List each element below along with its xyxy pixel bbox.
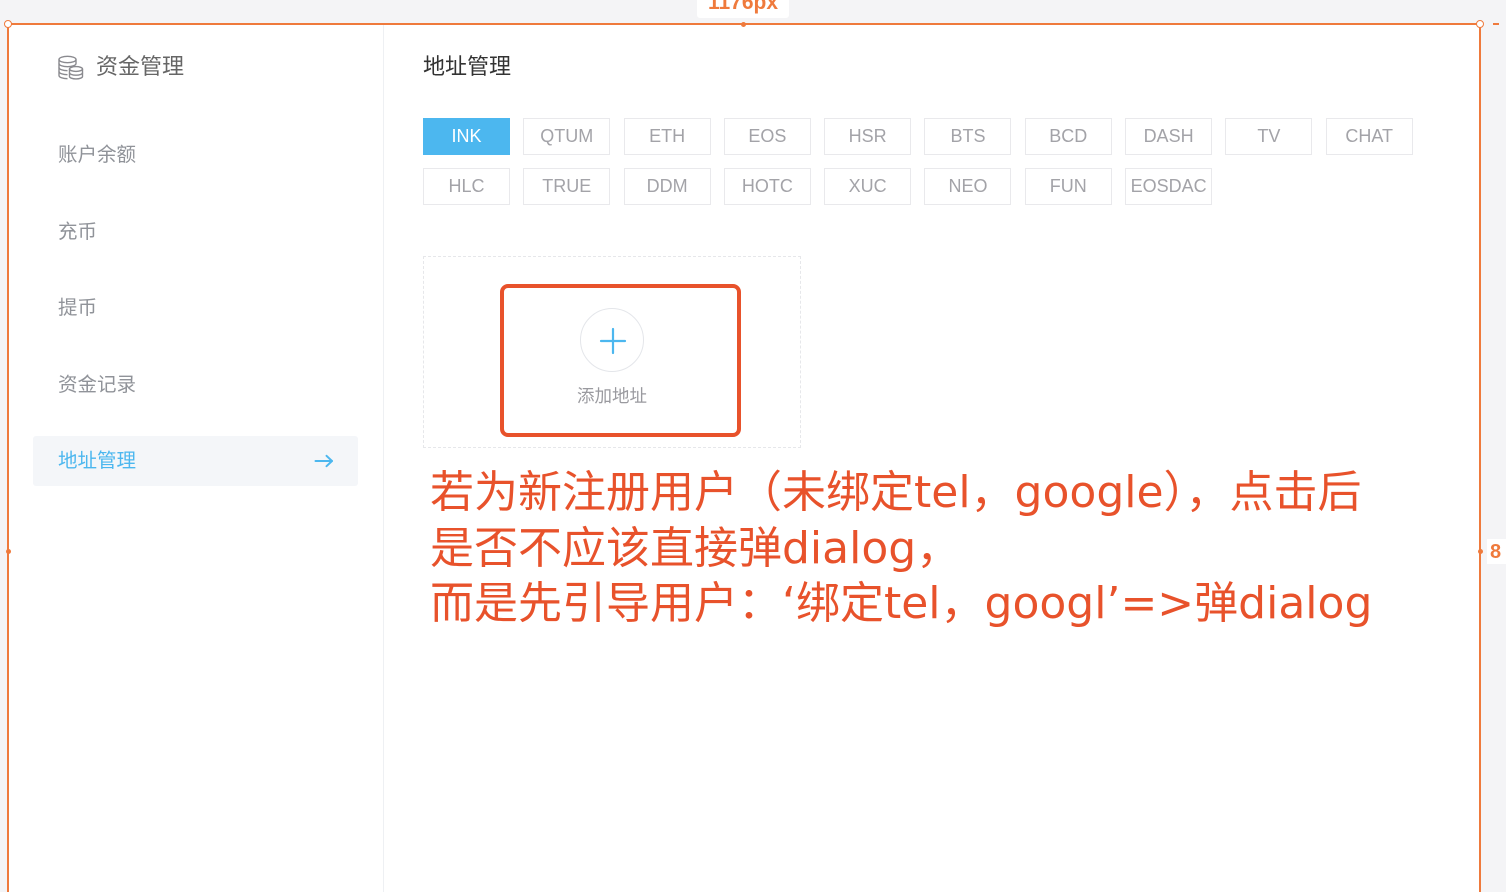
annotation-note: 若为新注册用户（未绑定tel，google），点击后 是否不应该直接弹dialo…: [430, 465, 1372, 632]
coin-tab-eosdac[interactable]: EOSDAC: [1125, 168, 1213, 205]
side-measure-text: 8: [1490, 541, 1502, 563]
coin-tab-tv[interactable]: TV: [1225, 118, 1313, 155]
side-measure-label: 8: [1487, 539, 1506, 564]
sidebar-item-label: 资金记录: [58, 373, 137, 396]
sidebar-title: 资金管理: [96, 54, 185, 79]
sidebar-item-label: 账户余额: [58, 144, 137, 166]
fund-management-page: 资金管理 账户余额 充币 提币 资金记录 地址管理 地址管理 INK QTUM …: [8, 24, 1480, 892]
sidebar-item-address-management[interactable]: 地址管理: [33, 436, 358, 486]
design-frame-dash: [1493, 23, 1499, 25]
coin-tab-eth[interactable]: ETH: [623, 118, 711, 155]
coin-tab-xuc[interactable]: XUC: [824, 168, 912, 205]
design-frame-left-line: [7, 24, 9, 892]
coins-icon: [57, 55, 84, 81]
sidebar-item-withdraw[interactable]: 提币: [33, 283, 358, 333]
coin-tab-hotc[interactable]: HOTC: [723, 168, 811, 205]
coin-tab-ddm[interactable]: DDM: [623, 168, 711, 205]
annotation-line: 而是先引导用户：‘绑定tel，googl’=>弹dialog: [430, 578, 1373, 629]
frame-mid-handle[interactable]: [5, 548, 11, 554]
coin-tab-hsr[interactable]: HSR: [824, 118, 912, 155]
sidebar-item-label: 充币: [58, 220, 98, 243]
sidebar-item-label: 地址管理: [58, 450, 137, 472]
frame-corner-handle[interactable]: [4, 20, 12, 28]
frame-corner-handle[interactable]: [1476, 20, 1484, 28]
coin-tab-bts[interactable]: BTS: [924, 118, 1012, 155]
coin-tabs: INK QTUM ETH EOS HSR BTS BCD DASH TV CHA…: [423, 118, 1413, 205]
coin-tab-eos[interactable]: EOS: [723, 118, 811, 155]
annotation-line: 是否不应该直接弹dialog，: [430, 522, 961, 574]
annotation-line: 若为新注册用户（未绑定tel，google），点击后: [430, 467, 1362, 518]
arrow-right-icon: [314, 454, 334, 468]
coin-tab-qtum[interactable]: QTUM: [523, 118, 611, 155]
coin-tab-chat[interactable]: CHAT: [1325, 118, 1413, 155]
design-frame-right-line: [1479, 24, 1481, 892]
sidebar-item-deposit[interactable]: 充币: [33, 207, 358, 257]
sidebar-menu: 账户余额 充币 提币 资金记录 地址管理: [33, 130, 358, 486]
coin-tab-dash[interactable]: DASH: [1125, 118, 1213, 155]
sidebar-item-label: 提币: [58, 297, 98, 319]
coin-tab-neo[interactable]: NEO: [924, 168, 1012, 205]
coin-tab-bcd[interactable]: BCD: [1024, 118, 1112, 155]
coin-tab-fun[interactable]: FUN: [1024, 168, 1112, 205]
main-content: 地址管理 INK QTUM ETH EOS HSR BTS BCD DASH T…: [384, 24, 1480, 892]
coin-tab-true[interactable]: TRUE: [523, 168, 611, 205]
width-measure-label: 1176px: [697, 0, 789, 18]
coin-tab-ink[interactable]: INK: [423, 118, 510, 155]
sidebar-item-fund-records[interactable]: 资金记录: [33, 360, 358, 410]
page-title: 地址管理: [423, 54, 512, 79]
sidebar: 资金管理 账户余额 充币 提币 资金记录 地址管理: [8, 24, 384, 892]
frame-mid-handle[interactable]: [741, 21, 746, 27]
width-measure-text: 1176px: [707, 0, 779, 14]
frame-mid-handle[interactable]: [1477, 548, 1483, 554]
annotation-highlight-rect: [500, 284, 741, 437]
sidebar-item-account-balance[interactable]: 账户余额: [33, 130, 358, 180]
coin-tab-hlc[interactable]: HLC: [423, 168, 510, 205]
